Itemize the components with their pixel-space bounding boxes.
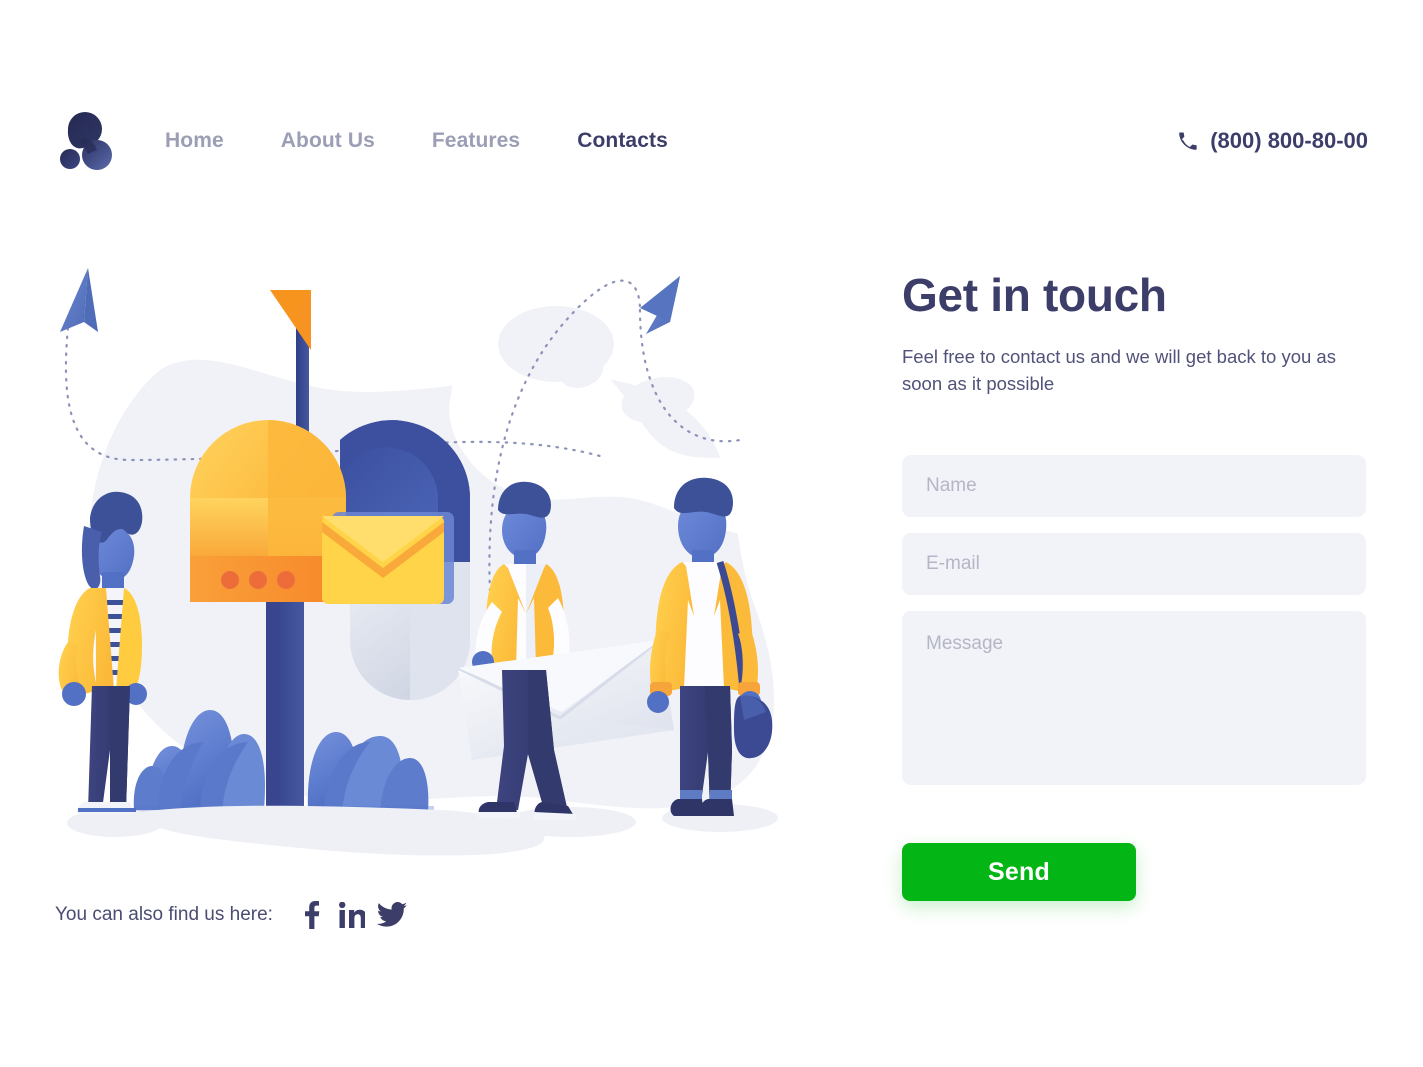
twitter-glyph: [376, 902, 407, 927]
name-input[interactable]: [902, 455, 1366, 518]
social-links: You can also find us here:: [55, 898, 415, 932]
logo[interactable]: [55, 100, 117, 182]
paper-airplane-left: [60, 268, 98, 332]
phone-icon: [1179, 131, 1197, 150]
page-title: Get in touch: [902, 269, 1167, 321]
email-input[interactable]: [902, 533, 1366, 596]
nav-item-contacts[interactable]: Contacts: [577, 129, 668, 153]
linkedin-icon[interactable]: [335, 898, 369, 932]
facebook-icon[interactable]: [295, 898, 329, 932]
twitter-icon[interactable]: [375, 898, 409, 932]
form-subtitle: Feel free to contact us and we will get …: [902, 345, 1336, 395]
phone-number-text: (800) 800-80-00: [1210, 128, 1368, 153]
message-textarea[interactable]: [902, 611, 1366, 786]
social-label: You can also find us here:: [55, 904, 273, 925]
site-header: Home About Us Features Contacts (800) 80…: [55, 100, 1368, 182]
send-button[interactable]: Send: [902, 843, 1136, 902]
nav-item-about-us[interactable]: About Us: [281, 129, 375, 153]
illustration-svg: [58, 268, 794, 856]
paper-airplane-right: [640, 276, 680, 334]
nav-item-features[interactable]: Features: [432, 129, 520, 153]
phone-number-link[interactable]: (800) 800-80-00: [1178, 128, 1368, 154]
facebook-glyph: [304, 901, 320, 929]
nav-item-home[interactable]: Home: [165, 129, 224, 153]
envelope-in-mailbox: [322, 512, 454, 604]
contact-form: Get in touch Feel free to contact us and…: [902, 269, 1366, 902]
contact-page: Home About Us Features Contacts (800) 80…: [0, 0, 1423, 1067]
contact-illustration: [40, 250, 830, 860]
main-nav: Home About Us Features Contacts: [165, 129, 725, 153]
three-circle-logo-icon: [60, 112, 112, 170]
linkedin-glyph: [338, 902, 365, 928]
